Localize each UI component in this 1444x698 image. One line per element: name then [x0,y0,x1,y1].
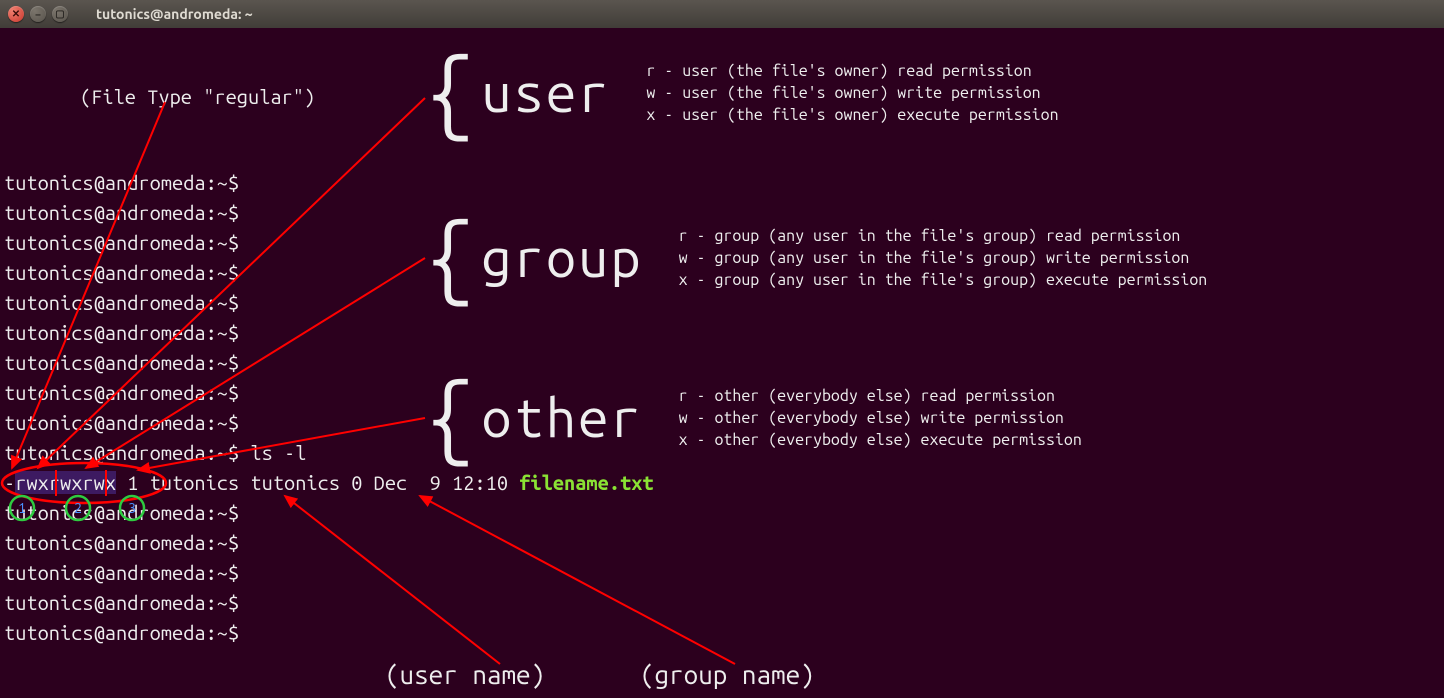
prompt-line: tutonics@andromeda:~$ [4,528,654,558]
perm-user: rwx [15,471,49,494]
annotation-group-desc: r - group (any user in the file's group)… [679,225,1208,291]
annotation-group-title: group [481,243,642,273]
maximize-icon[interactable]: ▢ [52,6,68,22]
prompt-line: tutonics@andromeda:~$ [4,558,654,588]
brace-icon: { [425,58,475,128]
annotation-groupname: (group name) [640,660,815,690]
window-title: tutonics@andromeda: ~ [96,6,253,22]
close-icon[interactable]: ✕ [8,6,24,22]
annotation-user-block: { user r - user (the file's owner) read … [425,58,1059,128]
prompt-line: tutonics@andromeda:~$ [4,618,654,648]
terminal-area[interactable]: tutonics@andromeda:~$ tutonics@andromeda… [0,28,1444,698]
ls-details: 1 tutonics tutonics 0 Dec 9 12:10 [116,471,519,494]
other-r: r - other (everybody else) read permissi… [679,385,1082,407]
prompt-line: tutonics@andromeda:~$ [4,168,654,198]
group-r: r - group (any user in the file's group)… [679,225,1208,247]
annotation-user-title: user [481,78,610,108]
user-w: w - user (the file's owner) write permis… [646,82,1058,104]
prompt-text: tutonics@andromeda:~$ [4,441,239,464]
user-r: r - user (the file's owner) read permiss… [646,60,1058,82]
prompt-line: tutonics@andromeda:~$ [4,348,654,378]
ls-filename: filename.txt [519,471,653,494]
brace-icon: { [425,223,475,293]
annotation-filetype: (File Type "regular") [80,82,315,112]
minimize-icon[interactable]: – [30,6,46,22]
annotation-group-block: { group r - group (any user in the file'… [425,223,1207,293]
perm-group: rwx [49,471,83,494]
group-x: x - group (any user in the file's group)… [679,269,1208,291]
prompt-line: tutonics@andromeda:~$ [4,588,654,618]
annotation-user-desc: r - user (the file's owner) read permiss… [646,60,1058,126]
window-titlebar: ✕ – ▢ tutonics@andromeda: ~ [0,0,1444,28]
annotation-other-block: { other r - other (everybody else) read … [425,383,1082,453]
group-w: w - group (any user in the file's group)… [679,247,1208,269]
annotation-username: (user name) [385,660,545,690]
annotation-other-title: other [481,403,642,433]
command-text: ls -l [250,441,306,464]
other-x: x - other (everybody else) execute permi… [679,429,1082,451]
ls-output-line: -rwxrwxrwx 1 tutonics tutonics 0 Dec 9 1… [4,468,654,498]
user-x: x - user (the file's owner) execute perm… [646,104,1058,126]
annotation-other-desc: r - other (everybody else) read permissi… [679,385,1082,451]
perm-other: rwx [82,471,116,494]
perm-dash: - [4,471,15,494]
prompt-line: tutonics@andromeda:~$ [4,498,654,528]
brace-icon: { [425,383,475,453]
other-w: w - other (everybody else) write permiss… [679,407,1082,429]
prompt-line: tutonics@andromeda:~$ [4,318,654,348]
